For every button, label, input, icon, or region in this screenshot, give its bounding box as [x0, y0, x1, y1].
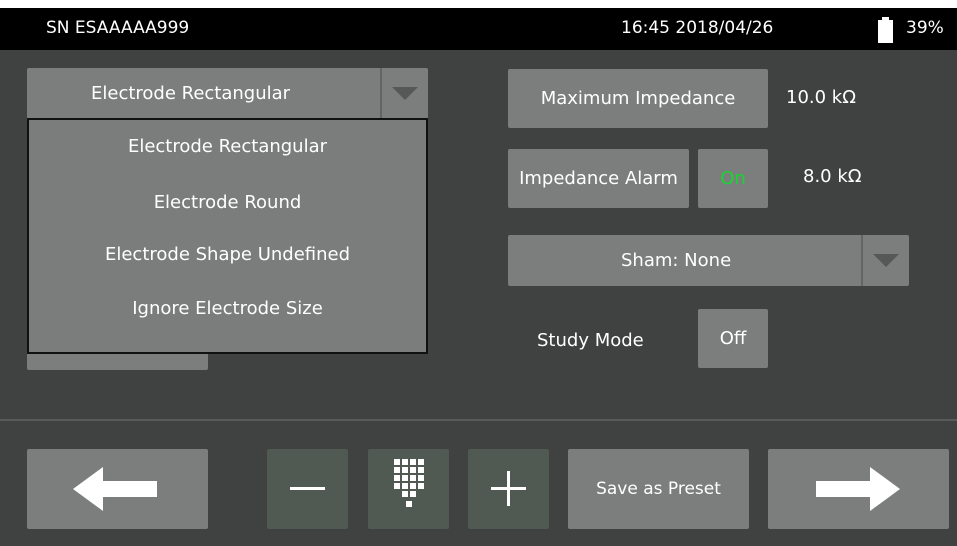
maximum-impedance-value: 10.0 kΩ [786, 87, 856, 108]
chevron-down-icon[interactable] [380, 68, 428, 119]
electrode-dropdown[interactable]: Electrode Rectangular [27, 68, 428, 119]
battery-percent: 39% [906, 18, 944, 38]
electrode-option[interactable]: Ignore Electrode Size [29, 298, 426, 319]
study-mode-label: Study Mode [537, 330, 644, 351]
study-mode-toggle[interactable]: Off [698, 309, 768, 368]
decrement-button[interactable] [267, 449, 348, 529]
impedance-alarm-toggle[interactable]: On [698, 149, 768, 208]
status-bar: SN ESAAAAA999 16:45 2018/04/26 39% [0, 8, 957, 50]
chevron-down-icon[interactable] [861, 235, 909, 286]
electrode-options-list: Electrode Rectangular Electrode Round El… [27, 118, 428, 354]
electrode-option[interactable]: Electrode Round [29, 192, 426, 213]
impedance-alarm-value: 8.0 kΩ [803, 166, 862, 187]
date-time: 16:45 2018/04/26 [621, 18, 774, 38]
minus-icon [290, 487, 325, 490]
back-button[interactable] [27, 449, 208, 529]
next-button[interactable] [768, 449, 949, 529]
sham-selected-label: Sham: None [621, 250, 732, 271]
keypad-icon [394, 459, 424, 507]
device-screen: SN ESAAAAA999 16:45 2018/04/26 39% Elect… [0, 8, 957, 546]
battery-icon [878, 17, 893, 43]
keypad-button[interactable] [368, 449, 449, 529]
arrow-left-icon [73, 467, 157, 511]
increment-button[interactable] [468, 449, 549, 529]
save-as-preset-button[interactable]: Save as Preset [568, 449, 749, 529]
sham-dropdown[interactable]: Sham: None [508, 235, 909, 286]
impedance-alarm-button[interactable]: Impedance Alarm [508, 149, 689, 208]
electrode-selected-label: Electrode Rectangular [91, 83, 291, 104]
maximum-impedance-button[interactable]: Maximum Impedance [508, 69, 768, 128]
electrode-option[interactable]: Electrode Rectangular [29, 136, 426, 157]
serial-number: SN ESAAAAA999 [46, 18, 190, 38]
arrow-right-icon [816, 467, 900, 511]
divider [0, 419, 957, 421]
plus-icon [491, 471, 526, 506]
electrode-option[interactable]: Electrode Shape Undefined [29, 244, 426, 265]
